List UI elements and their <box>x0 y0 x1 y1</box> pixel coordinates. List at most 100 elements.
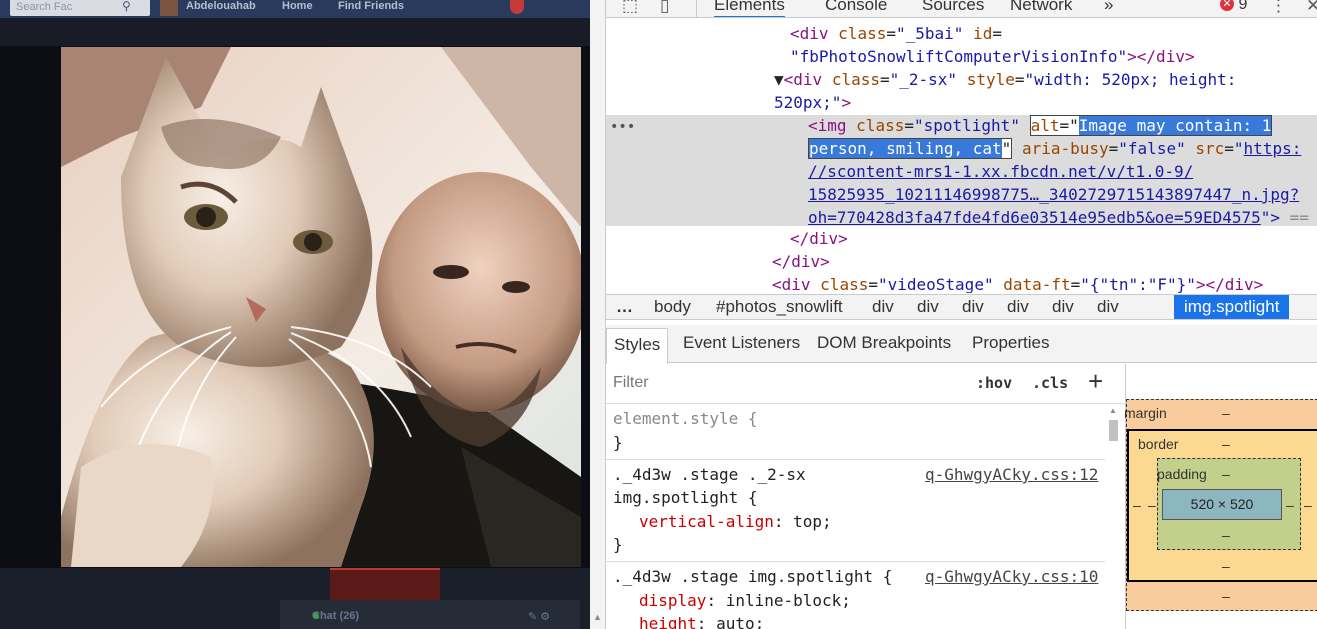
tab-network[interactable]: Network <box>1010 0 1072 15</box>
dom-attr-name: id <box>963 24 993 43</box>
margin-top-value[interactable]: – <box>1222 405 1230 421</box>
box-model-content[interactable]: 520 × 520 <box>1162 489 1282 520</box>
dom-line[interactable]: <div class="_5bai" id= <box>790 23 1002 46</box>
tab-sources[interactable]: Sources <box>922 0 984 15</box>
chat-settings-icon[interactable]: ✎ ⚙ <box>528 610 550 623</box>
dom-line-selected[interactable]: <img class="spotlight" alt="Image may co… <box>808 115 1273 138</box>
breadcrumb-item[interactable]: div <box>1007 297 1029 317</box>
rule-close-brace: } <box>613 535 623 554</box>
close-icon[interactable]: ✕ <box>1306 0 1317 16</box>
margin-bottom-value[interactable]: – <box>1222 588 1230 604</box>
dom-line-selected[interactable]: 15825935_10211146998775…_340272971514389… <box>808 184 1299 207</box>
breadcrumb: … body #photos_snowlift div div div div … <box>606 294 1317 320</box>
tab-elements[interactable]: Elements <box>714 0 785 17</box>
style-declaration[interactable]: vertical-align: top; <box>639 510 832 534</box>
hov-toggle[interactable]: :hov <box>976 374 1012 392</box>
dom-attr-name: class <box>831 70 880 89</box>
padding-top-value[interactable]: – <box>1222 466 1230 482</box>
scrollbar-thumb[interactable] <box>1109 420 1118 441</box>
src-link[interactable]: oh=770428d3fa47fde4fd6e03514e95edb5&oe=5… <box>808 208 1261 227</box>
notification-icon[interactable] <box>510 0 524 14</box>
new-style-rule-icon[interactable]: + <box>1088 366 1103 397</box>
devtools-resizer[interactable]: ▲ <box>590 0 606 629</box>
alt-text-selection[interactable]: person, smiling, cat <box>809 139 1002 158</box>
inspect-element-icon[interactable]: ⬚ <box>622 0 638 16</box>
border-right-value[interactable]: – <box>1304 497 1312 513</box>
attribute-edit-box[interactable]: alt="Image may contain: 1 <box>1029 115 1273 136</box>
dom-attr-value: "_2-sx" <box>889 70 958 89</box>
breadcrumb-item[interactable]: div <box>1097 297 1119 317</box>
find-friends-link[interactable]: Find Friends <box>338 0 404 12</box>
styles-scrollbar[interactable]: ▲ <box>1107 404 1119 629</box>
facebook-photo-viewer: Search Fac ⚲ Abdelouahab Home Find Frien… <box>0 0 590 629</box>
dom-line-selected[interactable]: person, smiling, cat" aria-busy="false" … <box>808 138 1301 161</box>
search-icon[interactable]: ⚲ <box>122 0 131 13</box>
filter-input[interactable]: Filter <box>613 374 649 392</box>
dom-line[interactable]: </div> <box>772 251 830 274</box>
breadcrumb-item[interactable]: div <box>917 297 939 317</box>
src-link[interactable]: https: <box>1244 139 1302 158</box>
padding-bottom-value[interactable]: – <box>1222 527 1230 543</box>
styles-filter-bar: Filter :hov .cls + <box>606 364 1125 404</box>
style-rule[interactable]: ._4d3w .stage img.spotlight { q-GhwgyACk… <box>606 563 1105 629</box>
dom-line[interactable]: "fbPhotoSnowliftComputerVisionInfo"></di… <box>790 46 1195 69</box>
rule-close-brace: } <box>613 433 623 452</box>
dom-attr-value: "{"tn":"F"}" <box>1080 275 1196 293</box>
profile-link[interactable]: Abdelouahab <box>186 0 256 12</box>
breadcrumb-more[interactable]: … <box>616 297 633 317</box>
scroll-up-icon[interactable]: ▲ <box>1109 406 1117 415</box>
double-chevron-right-icon[interactable]: » <box>1104 0 1113 15</box>
home-link[interactable]: Home <box>282 0 313 12</box>
breadcrumb-item[interactable]: div <box>962 297 984 317</box>
dom-line-selected[interactable]: oh=770428d3fa47fde4fd6e03514e95edb5&oe=5… <box>808 207 1309 230</box>
spotlight-photo[interactable] <box>61 47 581 567</box>
border-bottom-value[interactable]: – <box>1222 558 1230 574</box>
cls-toggle[interactable]: .cls <box>1032 374 1068 392</box>
more-options-icon[interactable]: ⋮ <box>1270 0 1287 16</box>
tab-properties[interactable]: Properties <box>972 333 1049 353</box>
dom-line[interactable]: <div class="videoStage" data-ft="{"tn":"… <box>772 274 1263 293</box>
tab-styles[interactable]: Styles <box>606 328 669 364</box>
alt-text-selection[interactable]: Image may contain: 1 <box>1078 116 1272 135</box>
rule-source-link[interactable]: q-GhwgyACky.css:12 <box>925 463 1098 487</box>
style-declaration[interactable]: display: inline-block; <box>639 589 851 613</box>
breadcrumb-item[interactable]: div <box>1052 297 1074 317</box>
error-icon: ✕ <box>1220 0 1234 11</box>
breadcrumb-item[interactable]: #photos_snowlift <box>716 297 843 317</box>
dom-tag: </div> <box>772 252 830 271</box>
padding-right-value[interactable]: – <box>1286 497 1294 513</box>
css-property: vertical-align <box>639 512 774 531</box>
device-toolbar-icon[interactable]: ▯ <box>660 0 669 16</box>
attribute-edit-box[interactable]: person, smiling, cat" <box>808 138 1013 159</box>
breadcrumb-item[interactable]: div <box>872 297 894 317</box>
style-rule[interactable]: element.style { } <box>606 405 1105 460</box>
tab-event-listeners[interactable]: Event Listeners <box>683 333 800 353</box>
src-link[interactable]: //scontent-mrs1-1.xx.fbcdn.net/v/t1.0-9/ <box>808 162 1193 181</box>
margin-left-value[interactable]: – <box>1133 497 1141 513</box>
dom-attr-name: data-ft <box>993 275 1071 293</box>
border-top-value[interactable]: – <box>1222 436 1230 452</box>
breadcrumb-item-active[interactable]: img.spotlight <box>1174 295 1290 319</box>
dom-line[interactable]: 520px;"> <box>774 92 851 115</box>
style-rule[interactable]: ._4d3w .stage ._2-sx q-GhwgyACky.css:12 … <box>606 461 1105 562</box>
tab-console[interactable]: Console <box>825 0 887 15</box>
dom-line[interactable]: </div> <box>790 228 848 251</box>
error-counter[interactable]: ✕ 9 <box>1220 0 1247 14</box>
rule-source-link[interactable]: q-GhwgyACky.css:10 <box>925 565 1098 589</box>
dom-line-selected[interactable]: //scontent-mrs1-1.xx.fbcdn.net/v/t1.0-9/ <box>808 161 1193 184</box>
expand-arrow-icon[interactable]: ▼ <box>774 70 784 89</box>
breadcrumb-item[interactable]: body <box>654 297 691 317</box>
node-actions-icon[interactable]: ••• <box>610 116 635 139</box>
avatar[interactable] <box>160 0 178 16</box>
rule-selector: element.style { <box>613 409 758 428</box>
padding-left-value[interactable]: – <box>1148 497 1156 513</box>
dom-tag: <div <box>783 70 832 89</box>
tab-dom-breakpoints[interactable]: DOM Breakpoints <box>817 333 951 353</box>
dom-line[interactable]: ▼<div class="_2-sx" style="width: 520px;… <box>774 69 1236 92</box>
page-background <box>0 18 590 46</box>
dom-attr-name: src <box>1195 139 1225 158</box>
dom-eq: = <box>992 24 1002 43</box>
src-link[interactable]: 15825935_10211146998775…_340272971514389… <box>808 185 1299 204</box>
scroll-up-icon[interactable]: ▲ <box>593 612 602 622</box>
style-declaration[interactable]: height: auto; <box>639 612 764 629</box>
